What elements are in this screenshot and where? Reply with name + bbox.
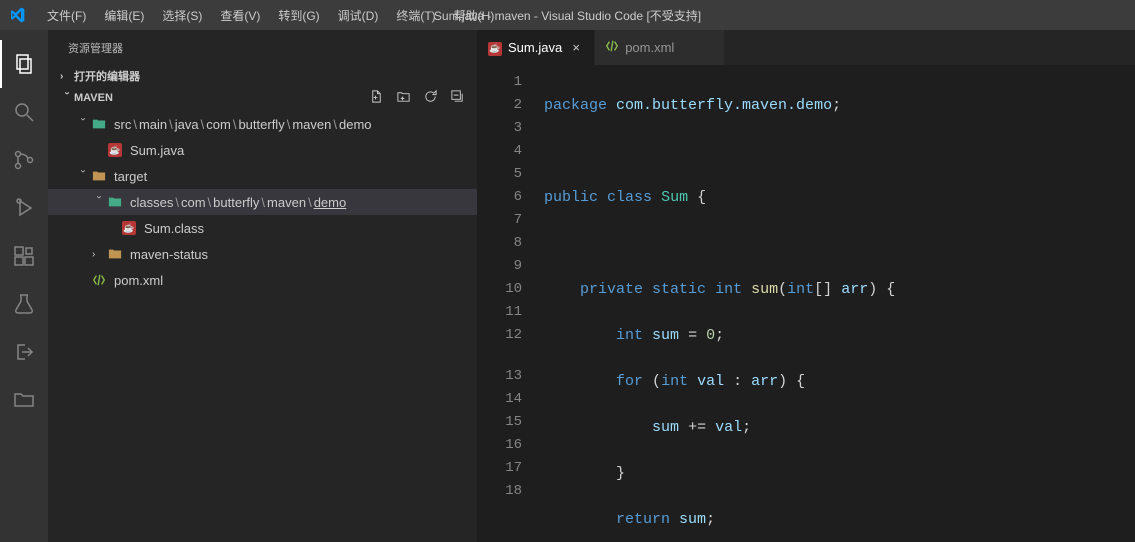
java-icon: [120, 221, 138, 235]
tab-bar: Sum.java × pom.xml: [478, 30, 1135, 65]
menu-file[interactable]: 文件(F): [38, 3, 95, 28]
collapse-all-icon[interactable]: [450, 89, 465, 107]
folder-icon: [90, 169, 108, 183]
section-open-editors[interactable]: › 打开的编辑器: [48, 65, 477, 87]
chevron-down-icon: ›: [94, 195, 105, 209]
activity-scm[interactable]: [0, 136, 48, 184]
section-actions: [369, 89, 465, 107]
tree-file-sum-java[interactable]: Sum.java: [48, 137, 477, 163]
chevron-right-icon: ›: [92, 249, 106, 260]
menu-view[interactable]: 查看(V): [211, 3, 269, 28]
editor-body[interactable]: 123456789101112 131415161718 package com…: [478, 65, 1135, 542]
section-maven[interactable]: › MAVEN: [48, 87, 477, 109]
tree-file-pom[interactable]: pom.xml: [48, 267, 477, 293]
tree-file-sum-class[interactable]: Sum.class: [48, 215, 477, 241]
file-tree: › src\main\java\com\butterfly\maven\demo…: [48, 109, 477, 293]
menu-go[interactable]: 转到(G): [269, 3, 328, 28]
activity-logout-icon[interactable]: [0, 328, 48, 376]
new-folder-icon[interactable]: [396, 89, 411, 107]
tab-pom-xml[interactable]: pom.xml: [595, 30, 725, 65]
folder-icon: [90, 117, 108, 131]
sidebar-title: 资源管理器: [48, 30, 477, 65]
menu-edit[interactable]: 编辑(E): [95, 3, 153, 28]
new-file-icon[interactable]: [369, 89, 384, 107]
activity-bar: [0, 30, 48, 542]
activity-folder-icon[interactable]: [0, 376, 48, 424]
line-numbers: 123456789101112 131415161718: [478, 65, 540, 542]
folder-icon: [106, 247, 124, 261]
tree-folder-maven-status[interactable]: › maven-status: [48, 241, 477, 267]
tree-folder-classes[interactable]: › classes\com\butterfly\maven\demo: [48, 189, 477, 215]
window-title: Sum.java - maven - Visual Studio Code [不…: [434, 7, 701, 24]
java-icon: [488, 39, 502, 56]
code-area[interactable]: package com.butterfly.maven.demo; public…: [540, 65, 1135, 542]
vscode-logo-icon: [8, 6, 26, 24]
activity-explorer[interactable]: [0, 40, 48, 88]
menu-debug[interactable]: 调试(D): [329, 3, 388, 28]
xml-icon: [605, 39, 619, 56]
sidebar: 资源管理器 › 打开的编辑器 › MAVEN › src\main\java\c…: [48, 30, 478, 542]
menu-selection[interactable]: 选择(S): [153, 3, 211, 28]
chevron-down-icon: ›: [62, 91, 73, 105]
chevron-down-icon: ›: [78, 117, 89, 131]
chevron-down-icon: ›: [78, 169, 89, 183]
folder-icon: [106, 195, 124, 209]
activity-extensions[interactable]: [0, 232, 48, 280]
xml-icon: [90, 273, 108, 287]
java-icon: [106, 143, 124, 157]
close-icon[interactable]: ×: [568, 40, 584, 55]
title-bar: 文件(F) 编辑(E) 选择(S) 查看(V) 转到(G) 调试(D) 终端(T…: [0, 0, 1135, 30]
activity-search[interactable]: [0, 88, 48, 136]
chevron-right-icon: ›: [60, 71, 74, 82]
activity-debug[interactable]: [0, 184, 48, 232]
refresh-icon[interactable]: [423, 89, 438, 107]
tab-sum-java[interactable]: Sum.java ×: [478, 30, 595, 65]
tree-folder-src[interactable]: › src\main\java\com\butterfly\maven\demo: [48, 111, 477, 137]
editor: Sum.java × pom.xml 123456789101112 13141…: [478, 30, 1135, 542]
tree-folder-target[interactable]: › target: [48, 163, 477, 189]
activity-testing[interactable]: [0, 280, 48, 328]
